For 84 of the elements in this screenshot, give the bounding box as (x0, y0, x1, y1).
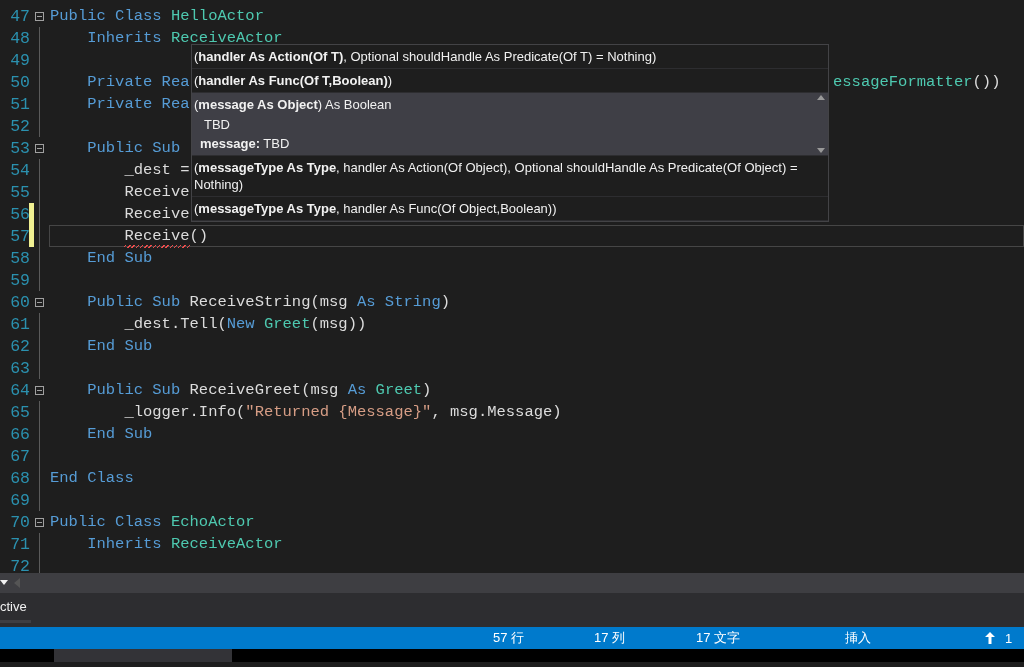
code-token: "Returned {Message}" (245, 403, 432, 421)
code-token: Public Sub (86, 293, 182, 311)
line-number: 64 (9, 380, 30, 400)
code-token: ()) (972, 73, 1001, 91)
code-token: ReceiveActor (170, 535, 283, 553)
line-number: 72 (9, 556, 30, 573)
code-token: ) (440, 293, 450, 311)
code-token: Greet (263, 315, 311, 333)
overload-item[interactable]: (message As Object) As Boolean TBD message: TBD (192, 93, 828, 156)
overload-item[interactable]: (messageType As Type, handler As Action(Of Object), Optional shouldHandle As Predicate(Of Object) = Nothing) (192, 156, 828, 197)
line-number: 57 (9, 226, 30, 246)
code-token: EchoActor (170, 513, 255, 531)
overload-item[interactable]: (messageType As Type, handler As Func(Of Object,Boolean)) (192, 197, 828, 221)
code-token: Greet (375, 381, 423, 399)
line-number: 69 (9, 490, 30, 510)
pending-count: 1 (1005, 630, 1013, 646)
line-number: 50 (9, 72, 30, 92)
code-token: Public Class (50, 513, 163, 531)
code-token: ) (422, 381, 432, 399)
code-token: ReceiveGreet(msg (189, 381, 340, 399)
line-number: 52 (9, 116, 30, 136)
code-token: Private Rea (86, 73, 190, 91)
line-number: 68 (9, 468, 30, 488)
code-token: Private Rea (86, 95, 190, 113)
code-token: Receive (123, 205, 190, 223)
line-number: 59 (9, 270, 30, 290)
code-token: End Sub (86, 249, 153, 267)
code-token: _dest.Tell( (123, 315, 227, 333)
line-indicator: 57 行 (493, 629, 526, 647)
collapse-icon[interactable] (35, 517, 44, 527)
code-token: New (226, 315, 256, 333)
code-token: Inherits (86, 535, 163, 553)
line-number: 54 (9, 160, 30, 180)
line-number: 47 (9, 6, 30, 26)
code-token: HelloActor (170, 7, 264, 25)
line-number: 65 (9, 402, 30, 422)
char-indicator: 17 文字 (696, 629, 742, 647)
line-number: 62 (9, 336, 30, 356)
collapse-icon[interactable] (35, 143, 44, 153)
code-token: () (189, 227, 209, 245)
dropdown-icon[interactable] (0, 580, 8, 586)
code-token: End Sub (86, 425, 153, 443)
code-token: ReceiveString(msg (189, 293, 349, 311)
code-token: End Sub (86, 337, 153, 355)
line-number: 51 (9, 94, 30, 114)
line-number: 67 (9, 446, 30, 466)
code-token: , msg.Message) (431, 403, 562, 421)
code-token: _logger.Info( (123, 403, 246, 421)
scroll-bar[interactable] (54, 649, 232, 662)
code-token: As (347, 381, 368, 399)
insert-mode-indicator: 挿入 (845, 629, 872, 647)
collapse-icon[interactable] (35, 297, 44, 307)
line-number: 55 (9, 182, 30, 202)
line-number: 63 (9, 358, 30, 378)
line-number: 66 (9, 424, 30, 444)
collapse-icon[interactable] (35, 385, 44, 395)
code-token: End Class (50, 469, 134, 487)
code-token: _dest = (123, 161, 190, 179)
code-token: (msg)) (310, 315, 367, 333)
code-token: Public Sub (86, 139, 182, 157)
line-number: 71 (9, 534, 30, 554)
code-token: essageFormatter (833, 73, 973, 91)
line-number: 53 (9, 138, 30, 158)
arrow-up-icon[interactable] (985, 632, 995, 644)
panel-tab[interactable]: ctive (0, 597, 31, 623)
line-number: 60 (9, 292, 30, 312)
code-token: Public Sub (86, 381, 182, 399)
column-indicator: 17 列 (594, 629, 627, 647)
line-number: 48 (9, 28, 30, 48)
line-number: 61 (9, 314, 30, 334)
collapse-icon[interactable] (35, 11, 44, 21)
code-token: Receive (50, 227, 190, 245)
line-number: 70 (9, 512, 30, 532)
code-token: Inherits (86, 29, 163, 47)
code-token: Receive (123, 183, 190, 201)
code-token: ReceiveActor (170, 29, 283, 47)
line-number: 58 (9, 248, 30, 268)
overload-item[interactable]: (handler As Action(Of T), Optional shouldHandle As Predicate(Of T) = Nothing) (192, 45, 828, 69)
scroll-up-icon[interactable] (817, 95, 825, 100)
code-token: As String (356, 293, 441, 311)
line-number: 56 (9, 204, 30, 224)
line-number: 49 (9, 50, 30, 70)
code-token: Public Class (50, 7, 163, 25)
scroll-down-icon[interactable] (817, 148, 825, 153)
